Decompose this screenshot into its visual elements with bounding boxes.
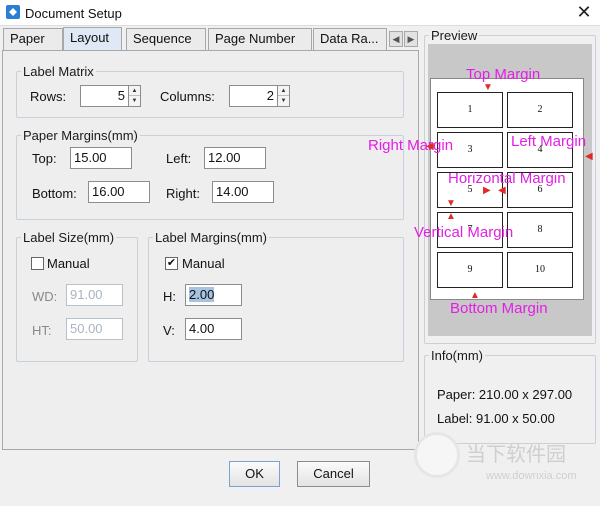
stepper-down-icon[interactable]: ▼ [129, 96, 140, 106]
preview-label-cell: 2 [507, 92, 573, 128]
app-icon [6, 5, 20, 19]
tab-layout[interactable]: Layout [63, 27, 122, 51]
tab-sequence[interactable]: Sequence [126, 28, 206, 50]
paper-margins-group: Paper Margins(mm) [16, 128, 404, 220]
tab-data-range[interactable]: Data Ra... [313, 28, 387, 50]
label-margins-manual-checkbox[interactable]: ✔ [165, 257, 178, 270]
left-margin-label: Left: [166, 151, 192, 166]
annotation-vertical-margin: Vertical Margin [414, 224, 514, 241]
arrow-up-icon: ▲ [470, 290, 480, 301]
stepper-up-icon[interactable]: ▲ [129, 86, 140, 96]
annotation-left-margin: Left Margin [511, 133, 587, 150]
paper-margins-legend: Paper Margins(mm) [23, 128, 138, 143]
tab-page-number[interactable]: Page Number [208, 28, 312, 50]
annotation-bottom-margin: Bottom Margin [450, 300, 548, 317]
info-label-size: Label: 91.00 x 50.00 [437, 411, 555, 426]
rows-label: Rows: [30, 89, 67, 104]
annotation-right-margin: Right Margin [368, 137, 454, 154]
rows-stepper[interactable]: ▲ ▼ [129, 85, 141, 107]
arrow-left-icon: ◀ [426, 141, 434, 152]
tab-scroll-left-icon[interactable]: ◀ [389, 31, 403, 47]
left-margin-input[interactable]: 12.00 [204, 147, 266, 169]
arrow-left-icon: ◀ [585, 151, 593, 162]
h-margin-input[interactable]: 2.00 [185, 284, 242, 306]
right-margin-input[interactable]: 14.00 [212, 181, 274, 203]
arrow-left-icon: ◀ [498, 185, 506, 196]
bottom-margin-label: Bottom: [32, 186, 77, 201]
preview-label-cell: 8 [507, 212, 573, 248]
label-size-manual-label: Manual [47, 256, 90, 271]
stepper-down-icon[interactable]: ▼ [278, 96, 289, 106]
tab-paper[interactable]: Paper [3, 28, 63, 50]
h-margin-label: H: [163, 289, 176, 304]
preview-legend: Preview [431, 28, 478, 43]
info-legend: Info(mm) [431, 348, 483, 363]
ht-label: HT: [32, 323, 52, 338]
preview-label-cell: 1 [437, 92, 503, 128]
annotation-top-margin: Top Margin [466, 66, 541, 83]
wd-input: 91.00 [66, 284, 123, 306]
wd-label: WD: [32, 289, 58, 304]
close-icon[interactable]: ✕ [574, 2, 594, 22]
arrow-right-icon: ▶ [483, 185, 491, 196]
columns-label: Columns: [160, 89, 215, 104]
label-matrix-legend: Label Matrix [23, 64, 94, 79]
watermark-text: 当下软件园 [466, 444, 566, 466]
right-margin-label: Right: [166, 186, 200, 201]
watermark-url: www.downxia.com [486, 470, 577, 482]
arrow-down-icon: ▼ [483, 82, 493, 93]
rows-input[interactable]: 5 [80, 85, 129, 107]
v-margin-label: V: [163, 323, 175, 338]
top-margin-input[interactable]: 15.00 [70, 147, 132, 169]
v-margin-input[interactable]: 4.00 [185, 318, 242, 340]
ok-button[interactable]: OK [229, 461, 280, 487]
top-margin-label: Top: [32, 151, 57, 166]
h-margin-value: 2.00 [189, 287, 215, 302]
label-size-manual-checkbox[interactable] [31, 257, 44, 270]
ht-input: 50.00 [66, 318, 123, 340]
preview-label-cell: 9 [437, 252, 503, 288]
preview-label-cell: 10 [507, 252, 573, 288]
cancel-button[interactable]: Cancel [297, 461, 370, 487]
arrow-down-icon: ▼ [446, 198, 456, 209]
columns-input[interactable]: 2 [229, 85, 278, 107]
bottom-margin-input[interactable]: 16.00 [88, 181, 150, 203]
arrow-up-icon: ▲ [446, 211, 456, 222]
watermark-logo [414, 432, 460, 478]
label-margins-legend: Label Margins(mm) [155, 230, 267, 245]
label-size-legend: Label Size(mm) [23, 230, 115, 245]
info-paper-size: Paper: 210.00 x 297.00 [437, 387, 573, 402]
window-title: Document Setup [25, 6, 122, 21]
columns-stepper[interactable]: ▲ ▼ [278, 85, 290, 107]
stepper-up-icon[interactable]: ▲ [278, 86, 289, 96]
label-margins-manual-label: Manual [182, 256, 225, 271]
annotation-horizontal-margin: Horizontal Margin [448, 170, 566, 187]
tab-scroll-right-icon[interactable]: ▶ [404, 31, 418, 47]
